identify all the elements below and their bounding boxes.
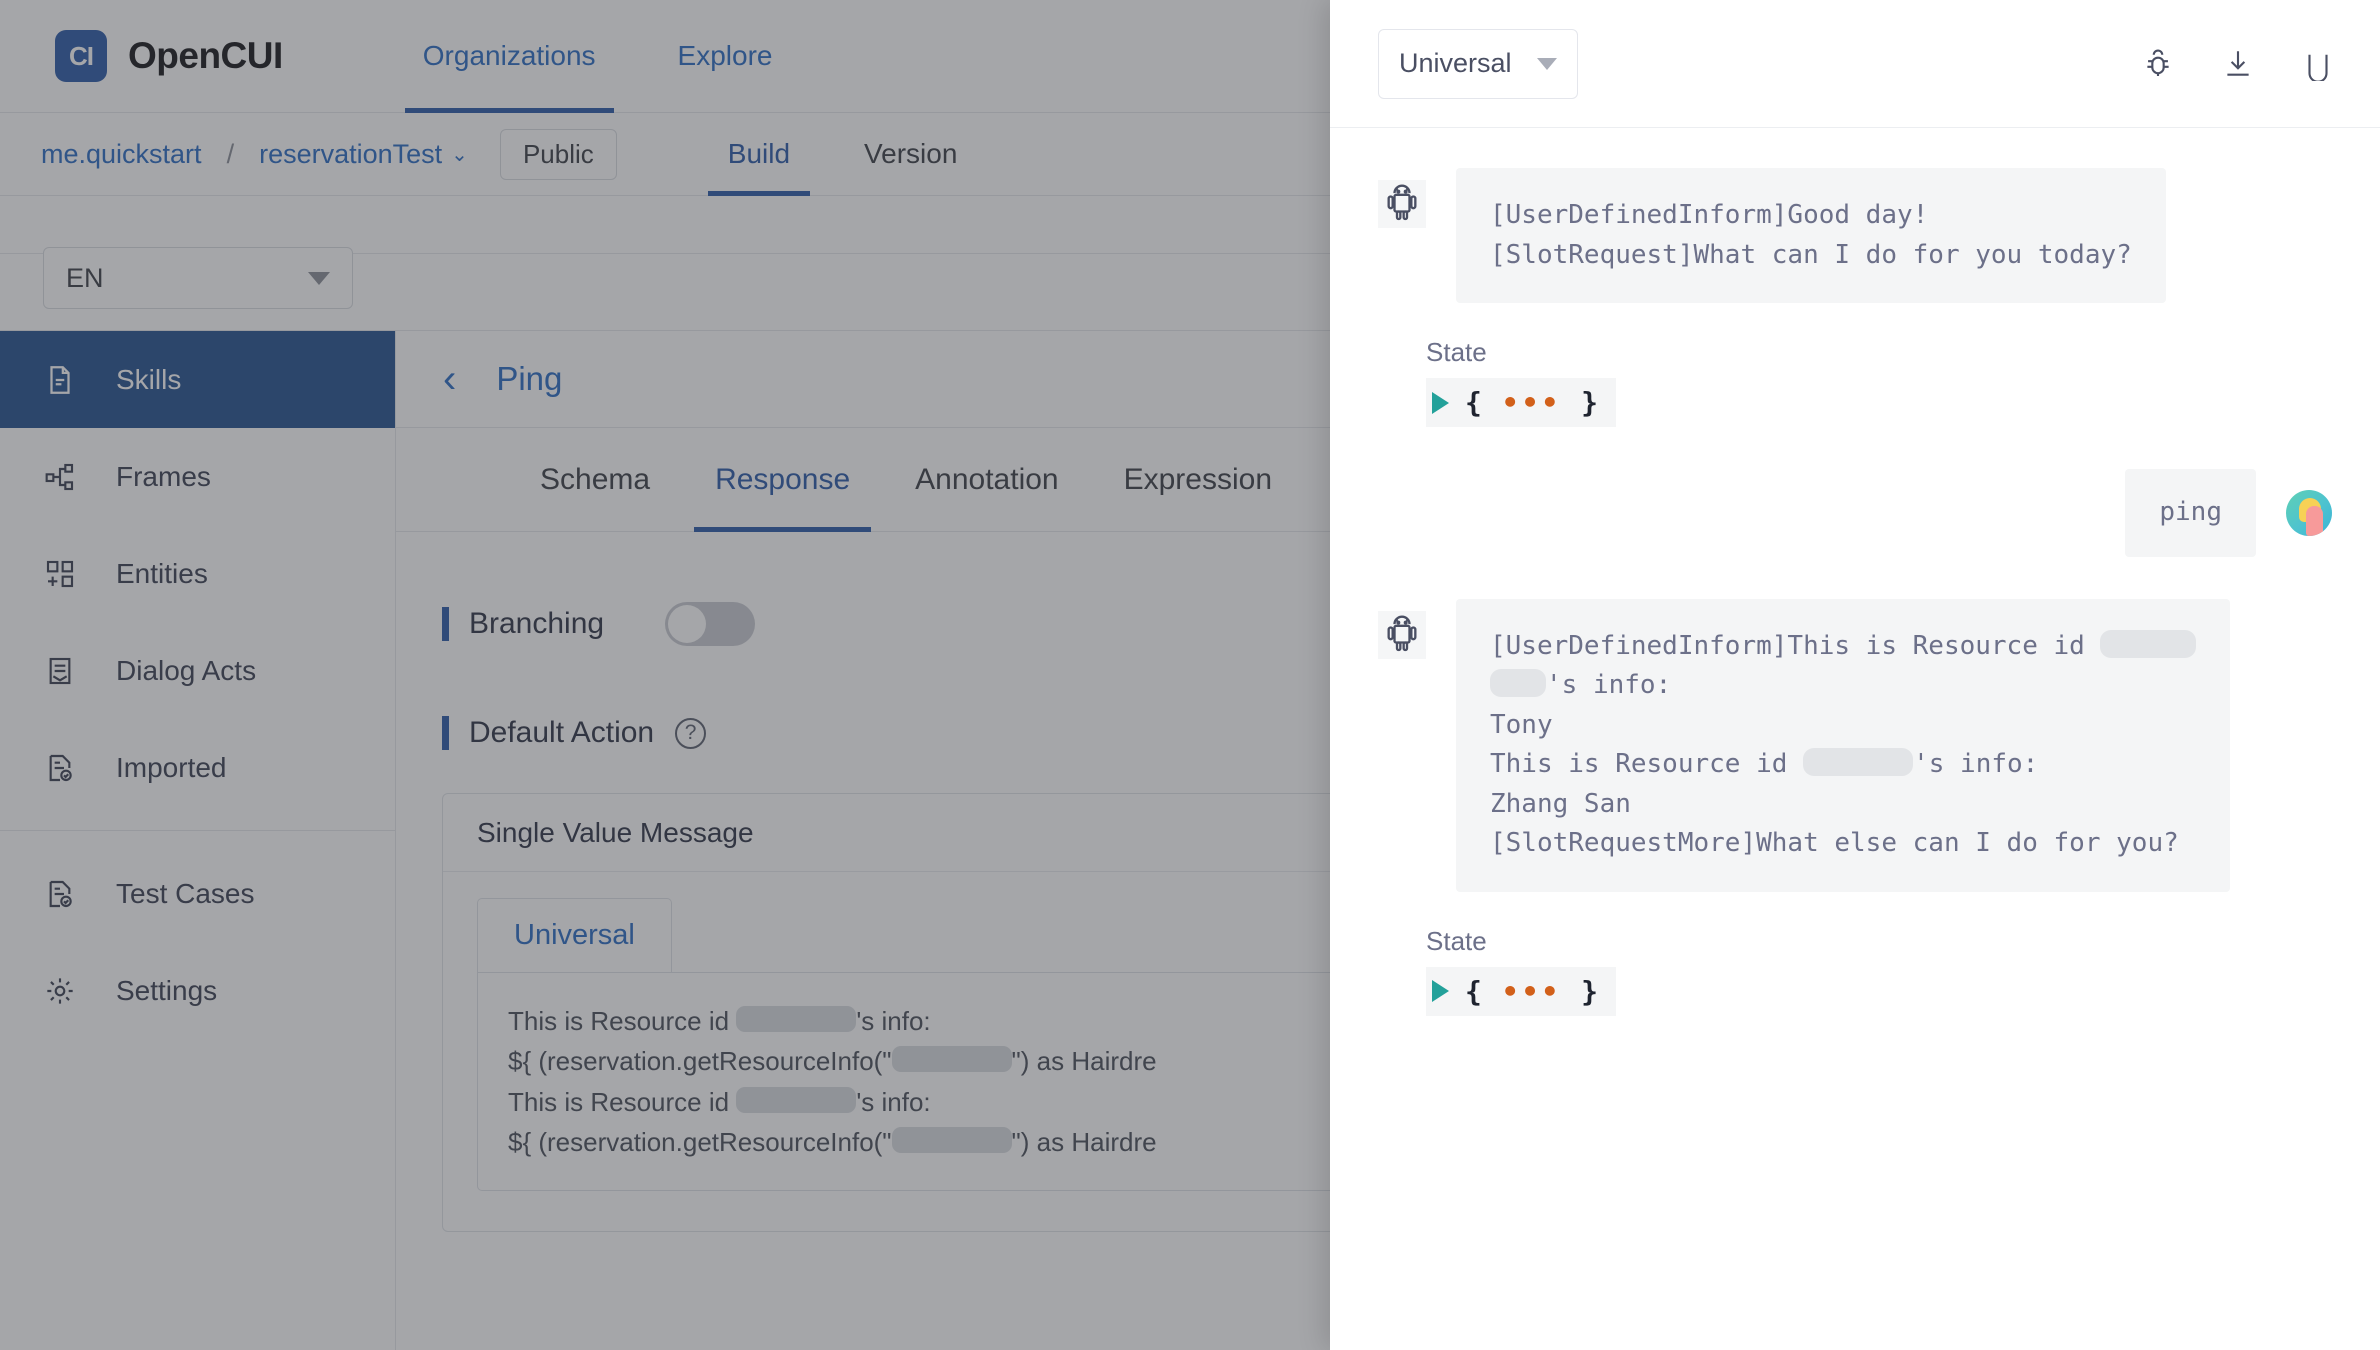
avatar-face (2306, 506, 2323, 536)
chevron-down-icon (1537, 58, 1557, 70)
message-text: [UserDefinedInform]This is Resource id (1490, 631, 2100, 661)
message-bubble: ping (2125, 469, 2256, 557)
json-brace: { (1465, 975, 1482, 1008)
bug-icon[interactable] (2138, 44, 2178, 84)
chat-message-bot: [UserDefinedInform]This is Resource id '… (1378, 599, 2332, 892)
chat-message-user: ping (1378, 469, 2332, 557)
json-ellipsis: ••• (1482, 975, 1581, 1008)
state-block: State { ••• } (1378, 337, 2332, 427)
message-line: [UserDefinedInform]This is Resource id (1490, 627, 2196, 667)
state-label: State (1426, 337, 2332, 368)
message-line: Tony (1490, 706, 2196, 746)
json-ellipsis: ••• (1482, 386, 1581, 419)
state-json-collapsed[interactable]: { ••• } (1426, 378, 1616, 427)
message-line: This is Resource id 's info: (1490, 745, 2196, 785)
channel-select[interactable]: Universal (1378, 29, 1578, 99)
json-brace: { (1465, 386, 1482, 419)
message-text: 's info: (1546, 670, 1671, 700)
android-icon (1378, 180, 1426, 228)
message-text: 's info: (1913, 749, 2038, 779)
message-line: [SlotRequest]What can I do for you today… (1490, 236, 2132, 276)
expand-triangle-icon[interactable] (1432, 392, 1449, 414)
redacted-span (1490, 669, 1546, 697)
refresh-icon[interactable] (2298, 44, 2338, 84)
state-block: State { ••• } (1378, 926, 2332, 1016)
message-bubble: [UserDefinedInform]This is Resource id '… (1456, 599, 2230, 892)
state-json-collapsed[interactable]: { ••• } (1426, 967, 1616, 1016)
chat-message-bot: [UserDefinedInform]Good day! [SlotReques… (1378, 168, 2332, 303)
json-brace: } (1581, 386, 1598, 419)
message-text: This is Resource id (1490, 749, 1803, 779)
json-brace: } (1581, 975, 1598, 1008)
app-root: CI OpenCUI Organizations Explore me.quic… (0, 0, 2380, 1350)
modal-scrim[interactable] (0, 0, 1330, 1350)
chat-transcript: [UserDefinedInform]Good day! [SlotReques… (1330, 128, 2380, 1016)
drawer-header-actions (2138, 44, 2338, 84)
redacted-span (1803, 748, 1913, 776)
message-line: 's info: (1490, 666, 2196, 706)
download-icon[interactable] (2218, 44, 2258, 84)
message-bubble: [UserDefinedInform]Good day! [SlotReques… (1456, 168, 2166, 303)
android-icon (1378, 611, 1426, 659)
expand-triangle-icon[interactable] (1432, 980, 1449, 1002)
chat-tester-drawer: Universal (1330, 0, 2380, 1350)
redacted-span (2100, 630, 2196, 658)
state-label: State (1426, 926, 2332, 957)
drawer-header: Universal (1330, 0, 2380, 128)
message-line: Zhang San (1490, 785, 2196, 825)
avatar (2286, 490, 2332, 536)
channel-select-value: Universal (1399, 48, 1512, 79)
message-line: [SlotRequestMore]What else can I do for … (1490, 824, 2196, 864)
message-line: [UserDefinedInform]Good day! (1490, 196, 2132, 236)
